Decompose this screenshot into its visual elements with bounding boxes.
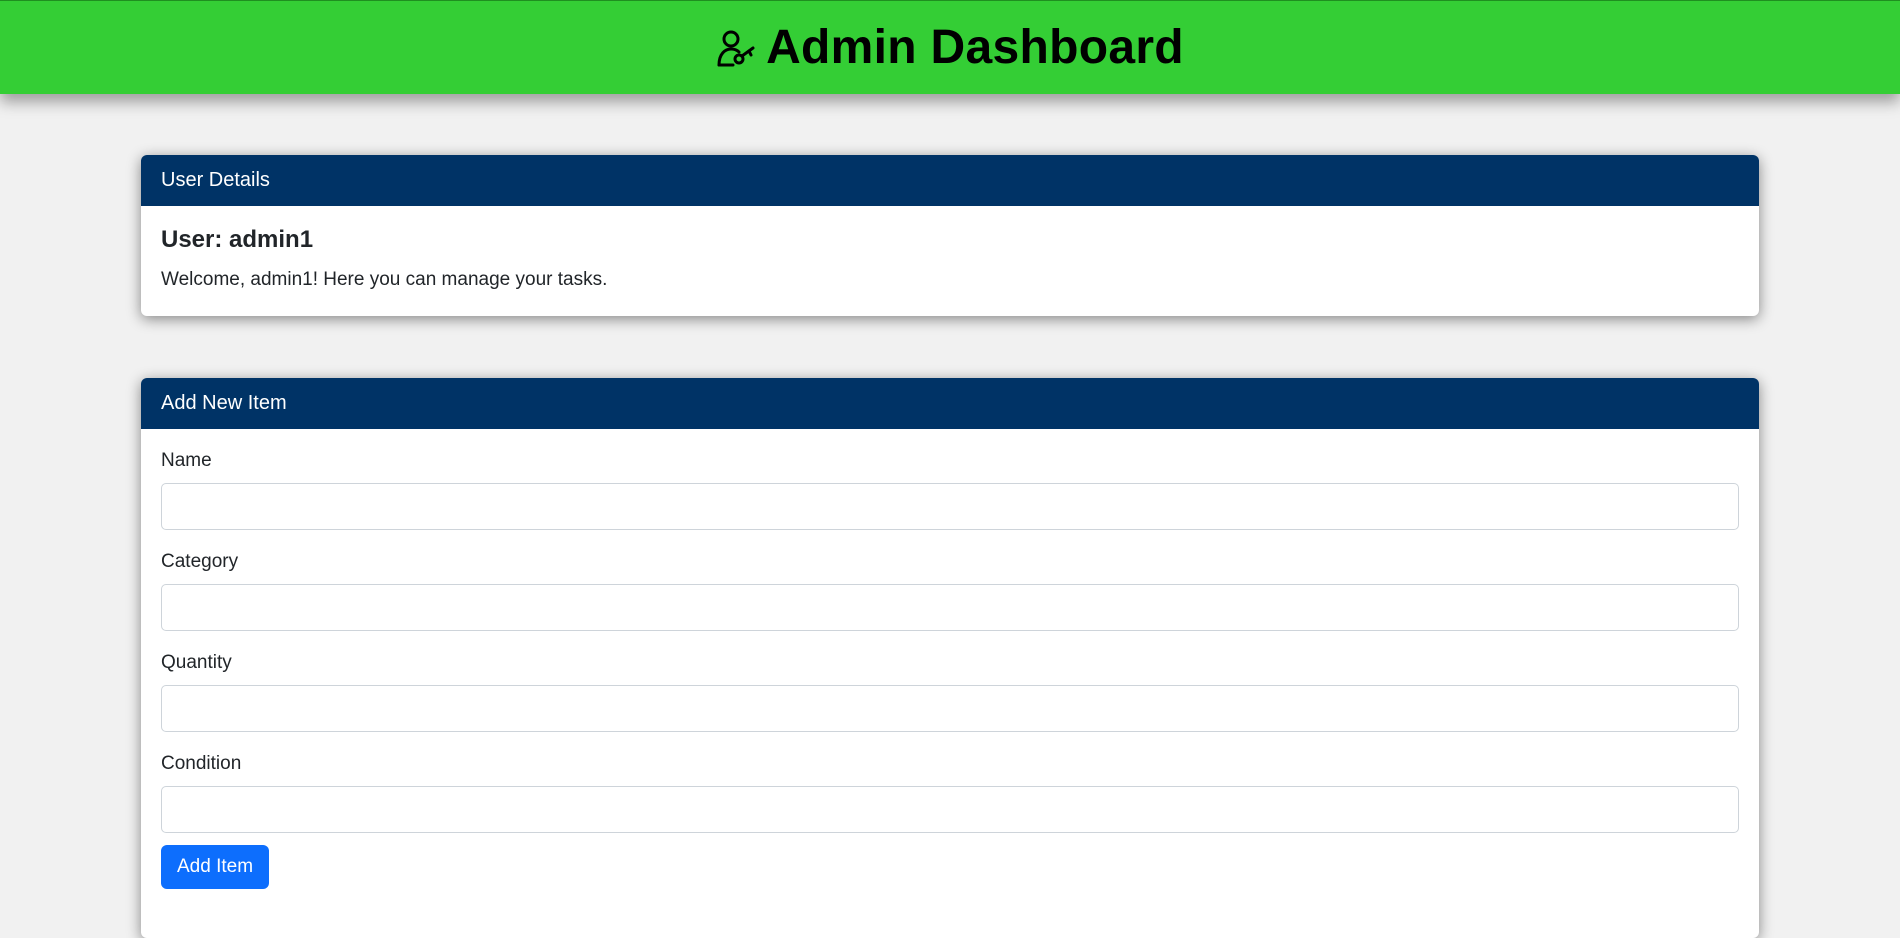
category-label: Category — [161, 551, 239, 572]
welcome-message: Welcome, admin1! Here you can manage you… — [161, 269, 608, 290]
user-details-card: User Details User: admin1 Welcome, admin… — [141, 155, 1759, 316]
user-details-card-body: User: admin1 Welcome, admin1! Here you c… — [141, 206, 1759, 292]
user-details-card-header: User Details — [141, 155, 1759, 206]
header-title-group: Admin Dashboard — [716, 20, 1184, 75]
condition-label: Condition — [161, 753, 242, 774]
add-item-form: Name Category Quantity Condition Add Ite… — [141, 429, 1759, 889]
add-item-button[interactable]: Add Item — [161, 845, 270, 889]
top-header-bar: Admin Dashboard — [0, 0, 1900, 94]
user-name-heading: User: admin1 — [161, 226, 314, 253]
name-field-group: Name — [161, 449, 1739, 530]
category-field-group: Category — [161, 550, 1739, 631]
page-title: Admin Dashboard — [766, 21, 1184, 74]
name-label: Name — [161, 450, 212, 471]
add-item-card: Add New Item Name Category Quantity Cond… — [141, 378, 1759, 938]
condition-input[interactable] — [161, 786, 1739, 833]
name-input[interactable] — [161, 483, 1739, 530]
quantity-field-group: Quantity — [161, 651, 1739, 732]
user-key-icon — [716, 28, 756, 68]
category-input[interactable] — [161, 584, 1739, 631]
condition-field-group: Condition — [161, 752, 1739, 833]
quantity-input[interactable] — [161, 685, 1739, 732]
quantity-label: Quantity — [161, 652, 232, 673]
add-item-card-header: Add New Item — [141, 378, 1759, 429]
